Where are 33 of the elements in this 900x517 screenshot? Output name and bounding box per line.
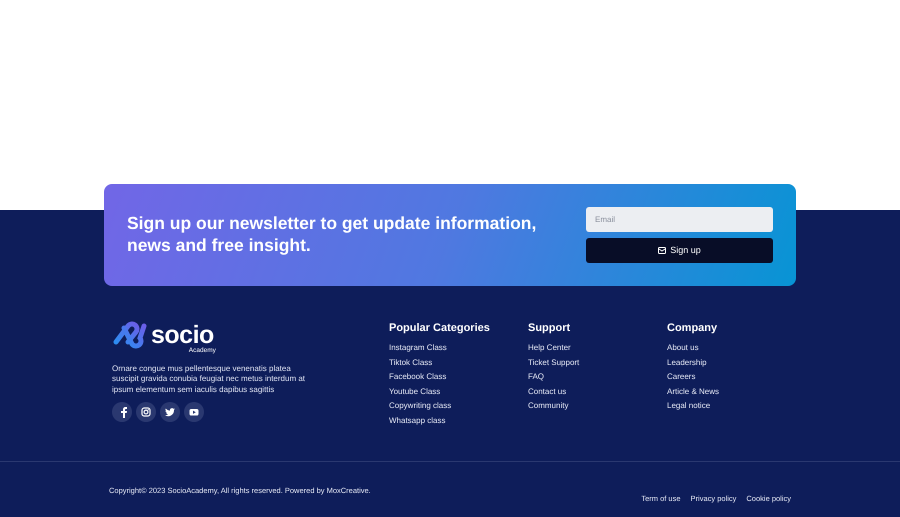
brand-description: Ornare congue mus pellentesque venenatis platea suscipit gravida conubia feugiat nec metus interdum at ipsum elementum sem iaculis dapibus sagittis <box>112 364 306 396</box>
footer-link[interactable]: Tiktok Class <box>389 358 528 367</box>
newsletter-heading: Sign up our newsletter to get update information, news and free insight. <box>127 213 538 257</box>
footer-link[interactable]: Instagram Class <box>389 344 528 352</box>
footer-link[interactable]: Copywriting class <box>389 402 528 410</box>
column-heading: Support <box>528 322 572 336</box>
logo-icon <box>112 320 148 350</box>
logo-wordmark: socio <box>151 322 214 348</box>
signup-button[interactable]: Sign up <box>586 238 773 263</box>
column-heading: Company <box>667 322 718 336</box>
footer-link[interactable]: About us <box>667 344 806 352</box>
footer-link[interactable]: Facebook Class <box>389 373 528 382</box>
email-field[interactable]: Email <box>586 207 773 232</box>
footer-link[interactable]: Ticket Support <box>528 358 667 367</box>
footer-link[interactable]: Careers <box>667 373 806 382</box>
footer-link[interactable]: Whatsapp class <box>389 416 528 425</box>
footer-link[interactable]: FAQ <box>528 373 667 382</box>
play-icon <box>188 406 200 418</box>
camera-icon <box>140 406 152 418</box>
column-heading: Popular Categories <box>389 322 491 336</box>
footer-link[interactable]: Legal notice <box>667 402 806 410</box>
social-button[interactable] <box>160 402 180 422</box>
envelope-icon <box>658 247 666 254</box>
bird-icon <box>164 406 176 418</box>
social-button[interactable] <box>184 402 204 422</box>
footer-link[interactable]: Community <box>528 402 667 410</box>
footer-link[interactable]: Help Center <box>528 344 667 352</box>
footer-link[interactable]: Youtube Class <box>389 388 528 396</box>
footer-link[interactable]: Article & News <box>667 388 806 396</box>
social-button[interactable] <box>136 402 156 422</box>
footer-link[interactable]: Leadership <box>667 358 806 367</box>
footer-link[interactable]: Contact us <box>528 388 667 396</box>
social-button[interactable] <box>112 402 132 422</box>
